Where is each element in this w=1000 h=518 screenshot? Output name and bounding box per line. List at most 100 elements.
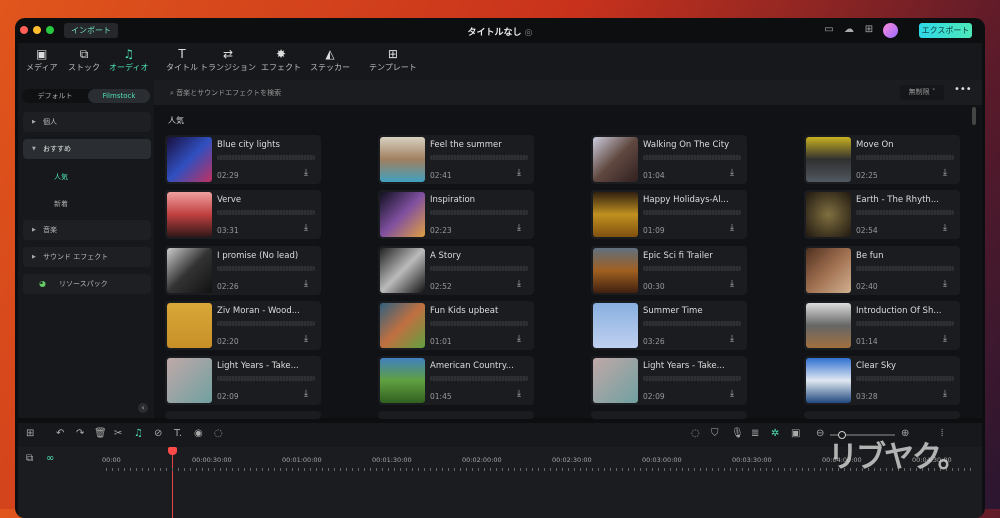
- track-card[interactable]: Introduction Of Sh... 01:14 ⤓: [804, 301, 960, 350]
- download-icon[interactable]: ⤓: [943, 168, 947, 178]
- track-card[interactable]: Verve 03:31 ⤓: [165, 190, 321, 239]
- track-card[interactable]: Light Years - Take... 02:09 ⤓: [591, 356, 747, 405]
- tab-default[interactable]: デフォルト: [24, 89, 86, 103]
- toolbar-stock[interactable]: ⧉ ストック: [68, 47, 100, 73]
- download-icon[interactable]: ⤓: [304, 279, 308, 289]
- track-card[interactable]: [591, 411, 747, 419]
- tag-icon[interactable]: ⊘: [154, 428, 162, 439]
- download-icon[interactable]: ⤓: [517, 279, 521, 289]
- download-icon[interactable]: ⤓: [304, 223, 308, 233]
- download-icon[interactable]: ⤓: [943, 334, 947, 344]
- track-card[interactable]: Blue city lights 02:29 ⤓: [165, 135, 321, 184]
- audio-edit-icon[interactable]: ♫: [134, 428, 143, 439]
- toolbar-effect[interactable]: ✸ エフェクト: [261, 47, 301, 73]
- download-icon[interactable]: ⤓: [517, 334, 521, 344]
- waveform: [643, 210, 741, 215]
- download-icon[interactable]: ⤓: [943, 389, 947, 399]
- track-card[interactable]: [378, 411, 534, 419]
- track-card[interactable]: Earth - The Rhyth... 02:54 ⤓: [804, 190, 960, 239]
- download-icon[interactable]: ⤓: [517, 389, 521, 399]
- track-card[interactable]: Summer Time 03:26 ⤓: [591, 301, 747, 350]
- download-icon[interactable]: ⤓: [730, 223, 734, 233]
- track-card[interactable]: Clear Sky 03:28 ⤓: [804, 356, 960, 405]
- delete-icon[interactable]: 🗑: [94, 428, 107, 439]
- export-button[interactable]: エクスポート: [919, 23, 972, 38]
- ruler-tick: [250, 468, 251, 471]
- toolbar-template[interactable]: ⊞ テンプレート: [369, 47, 417, 73]
- track-card[interactable]: [804, 411, 960, 419]
- download-icon[interactable]: ⤓: [730, 389, 734, 399]
- toolbar-sticker[interactable]: ◭ ステッカー: [310, 47, 350, 73]
- category-personal[interactable]: ▶ 個人: [23, 112, 151, 132]
- ruler-tick: [412, 468, 413, 471]
- download-icon[interactable]: ⤓: [304, 334, 308, 344]
- cloud-icon[interactable]: ☁: [843, 24, 855, 36]
- download-icon[interactable]: ⤓: [517, 223, 521, 233]
- tab-filmstock[interactable]: Filmstock: [88, 89, 150, 103]
- layout-icon[interactable]: ▭: [823, 24, 835, 36]
- track-card[interactable]: Ziv Moran - Wood... 02:20 ⤓: [165, 301, 321, 350]
- track-card[interactable]: Move On 02:25 ⤓: [804, 135, 960, 184]
- color-icon[interactable]: ◉: [194, 428, 203, 439]
- ruler-tick: [334, 468, 335, 471]
- track-card[interactable]: [165, 411, 321, 419]
- cut-icon[interactable]: ✂: [114, 428, 122, 439]
- collapse-sidebar-button[interactable]: ‹: [138, 403, 148, 413]
- track-card[interactable]: I promise (No lead) 02:26 ⤓: [165, 246, 321, 295]
- ai-icon[interactable]: ✲: [771, 428, 779, 439]
- media-icon: ▣: [36, 47, 48, 61]
- category-resource-pack[interactable]: ◕ リソースパック: [23, 274, 151, 294]
- track-card[interactable]: Inspiration 02:23 ⤓: [378, 190, 534, 239]
- apps-grid-icon[interactable]: ⊞: [863, 24, 875, 36]
- scrollbar[interactable]: [972, 107, 976, 125]
- download-icon[interactable]: ⤓: [730, 279, 734, 289]
- playhead-handle[interactable]: [168, 447, 177, 455]
- text-icon[interactable]: T.: [174, 428, 182, 439]
- ruler-tick: [544, 468, 545, 471]
- render-icon[interactable]: ◌: [691, 428, 700, 439]
- subitem-popular[interactable]: 人気: [54, 172, 68, 182]
- apps-icon[interactable]: ⊞: [26, 428, 34, 439]
- download-icon[interactable]: ⤓: [943, 279, 947, 289]
- zoom-out-icon[interactable]: ⊖: [816, 428, 824, 439]
- search-bar[interactable]: ⌕ 音楽とサウンドエフェクトを検索 無制限 ˅ •••: [154, 80, 982, 105]
- category-sound-effects[interactable]: ▶ サウンド エフェクト: [23, 247, 151, 267]
- marker-icon[interactable]: ⛉: [711, 428, 719, 439]
- download-icon[interactable]: ⤓: [730, 334, 734, 344]
- undo-icon[interactable]: ↶: [56, 428, 64, 439]
- avatar[interactable]: [883, 23, 898, 38]
- add-track-icon[interactable]: ⧉: [26, 453, 33, 464]
- duration-filter-dropdown[interactable]: 無制限 ˅: [900, 85, 944, 100]
- more-options-button[interactable]: •••: [954, 84, 972, 95]
- subitem-new[interactable]: 新着: [54, 199, 68, 209]
- download-icon[interactable]: ⤓: [304, 168, 308, 178]
- snapshot-icon[interactable]: ▣: [791, 428, 800, 439]
- audio-list-icon[interactable]: ≣: [751, 428, 759, 439]
- track-card[interactable]: Be fun 02:40 ⤓: [804, 246, 960, 295]
- toolbar-media[interactable]: ▣ メディア: [26, 47, 57, 73]
- track-card[interactable]: Light Years - Take... 02:09 ⤓: [165, 356, 321, 405]
- speed-icon[interactable]: ◌: [214, 428, 223, 439]
- track-card[interactable]: Walking On The City 01:04 ⤓: [591, 135, 747, 184]
- toolbar-title[interactable]: T タイトル: [166, 47, 198, 73]
- category-music[interactable]: ▶ 音楽: [23, 220, 151, 240]
- category-recommended[interactable]: ▼ おすすめ: [23, 139, 151, 159]
- search-input[interactable]: 音楽とサウンドエフェクトを検索: [176, 89, 281, 97]
- download-icon[interactable]: ⤓: [943, 223, 947, 233]
- ruler-tick: [688, 468, 689, 471]
- track-card[interactable]: A Story 02:52 ⤓: [378, 246, 534, 295]
- redo-icon[interactable]: ↷: [76, 428, 84, 439]
- download-icon[interactable]: ⤓: [304, 389, 308, 399]
- toolbar-music[interactable]: ♫ オーディオ: [109, 47, 148, 73]
- mic-icon[interactable]: 🎙: [731, 428, 744, 439]
- track-card[interactable]: American Country... 01:45 ⤓: [378, 356, 534, 405]
- playhead[interactable]: [172, 447, 173, 518]
- track-card[interactable]: Happy Holidays-Al... 01:09 ⤓: [591, 190, 747, 239]
- link-icon[interactable]: ∞: [46, 453, 54, 464]
- download-icon[interactable]: ⤓: [730, 168, 734, 178]
- track-card[interactable]: Fun Kids upbeat 01:01 ⤓: [378, 301, 534, 350]
- toolbar-transition[interactable]: ⇄ トランジション: [200, 47, 256, 73]
- download-icon[interactable]: ⤓: [517, 168, 521, 178]
- track-card[interactable]: Epic Sci fi Trailer 00:30 ⤓: [591, 246, 747, 295]
- track-card[interactable]: Feel the summer 02:41 ⤓: [378, 135, 534, 184]
